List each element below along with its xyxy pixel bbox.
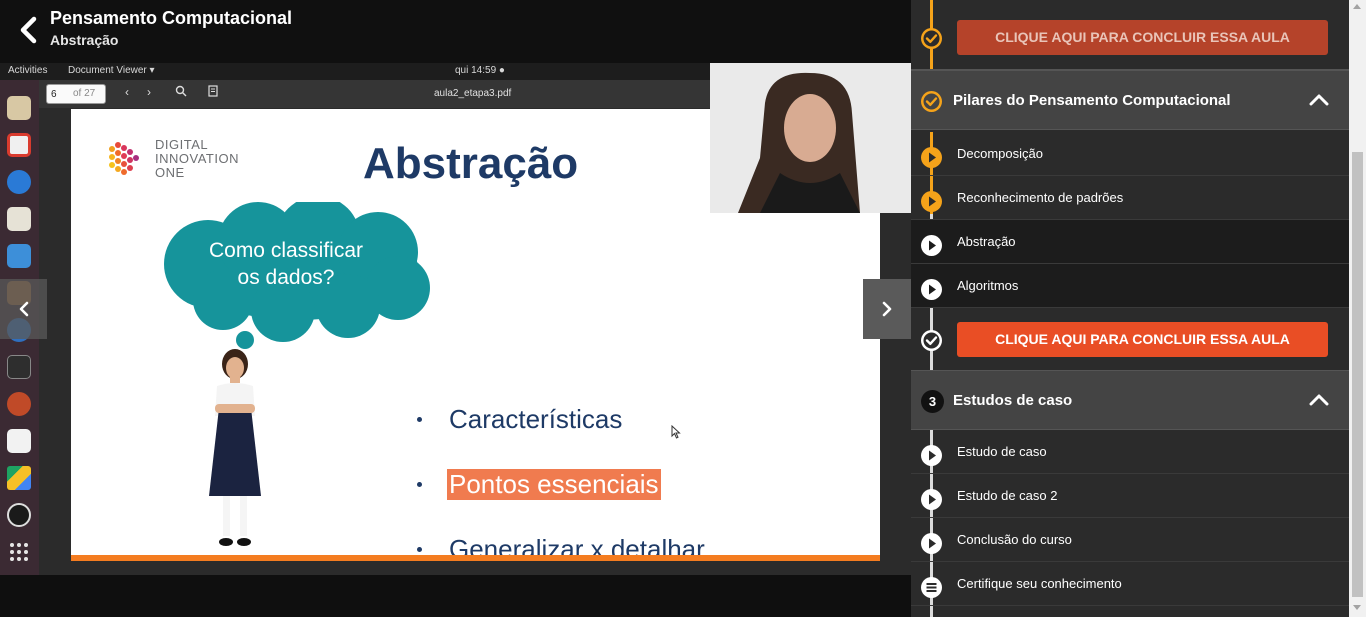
previous-lesson-button[interactable]: [0, 279, 47, 339]
mouse-cursor-icon: [671, 425, 681, 439]
completed-check-icon: [921, 28, 942, 49]
play-icon: [921, 235, 942, 256]
section-title: Pilares do Pensamento Computacional: [953, 92, 1231, 109]
section-number-badge: 3: [921, 390, 944, 413]
chevron-left-icon: [19, 301, 29, 317]
brand-line-2: INNOVATION: [155, 151, 239, 166]
scrollbar-thumb[interactable]: [1352, 152, 1363, 597]
terminal-icon: [7, 355, 31, 379]
player-bottom-area: [0, 575, 911, 617]
cloud-line-2: os dados?: [237, 266, 335, 289]
page-number-value: 6: [51, 89, 57, 100]
instructor-webcam: [710, 63, 911, 213]
lesson-item-estudo-de-caso[interactable]: Estudo de caso: [911, 430, 1349, 474]
cloud-line-1: Como classificar: [208, 239, 364, 262]
list-icon: [921, 577, 942, 598]
bullet-dot: [417, 417, 422, 422]
check-icon: [921, 330, 942, 351]
complete-lesson-row: CLIQUE AQUI PARA CONCLUIR ESSA AULA: [911, 0, 1349, 70]
scroll-down-icon[interactable]: [1353, 605, 1361, 610]
thunderbird-icon: [7, 170, 31, 194]
clock-label: qui 14:59 ●: [455, 65, 505, 76]
file-name-label: aula2_etapa3.pdf: [434, 88, 512, 99]
app-root: Pensamento Computacional Abstração Activ…: [0, 0, 1366, 617]
back-button[interactable]: [14, 14, 44, 46]
course-title: Pensamento Computacional: [50, 8, 293, 28]
play-icon: [921, 533, 942, 554]
lesson-player: Pensamento Computacional Abstração Activ…: [0, 0, 911, 617]
thinking-girl-illustration: [209, 349, 261, 546]
chevron-left-icon: [20, 16, 37, 44]
lesson-label: Algoritmos: [957, 278, 1019, 293]
app-grid-icon: [7, 540, 31, 564]
bullet-text: Características: [449, 404, 623, 434]
app-menu-label: Document Viewer ▾: [68, 65, 155, 76]
bullet-dot: [417, 482, 422, 487]
player-header: Pensamento Computacional Abstração: [0, 0, 911, 63]
lesson-item-conclusao[interactable]: Conclusão do curso: [911, 518, 1349, 562]
section-title: Estudos de caso: [953, 392, 1073, 409]
dio-brand-text: DIGITAL INNOVATION ONE: [155, 138, 275, 180]
slide-title: Abstração: [363, 139, 579, 188]
scroll-up-icon[interactable]: [1353, 4, 1361, 9]
instructor-silhouette: [710, 63, 911, 213]
course-sidebar: CLIQUE AQUI PARA CONCLUIR ESSA AULA Pila…: [911, 0, 1349, 617]
lesson-item-estudo-de-caso-2[interactable]: Estudo de caso 2: [911, 474, 1349, 518]
play-icon: [921, 445, 942, 466]
slide-footer-bar: [71, 555, 880, 561]
section-header-pilares[interactable]: Pilares do Pensamento Computacional: [911, 70, 1349, 130]
bullet-dot: [417, 547, 422, 552]
complete-lesson-row: CLIQUE AQUI PARA CONCLUIR ESSA AULA: [911, 308, 1349, 370]
complete-lesson-button[interactable]: CLIQUE AQUI PARA CONCLUIR ESSA AULA: [957, 20, 1328, 55]
search-icon[interactable]: [173, 85, 189, 101]
lesson-label: Certifique seu conhecimento: [957, 576, 1122, 591]
sidebar-toggle-icon[interactable]: [205, 85, 221, 101]
lesson-subtitle: Abstração: [50, 32, 119, 48]
media-icon: [7, 207, 31, 231]
complete-lesson-button[interactable]: CLIQUE AQUI PARA CONCLUIR ESSA AULA: [957, 322, 1328, 357]
lesson-label: Estudo de caso: [957, 444, 1047, 459]
chevron-up-icon: [1309, 94, 1329, 106]
files-icon: [7, 96, 31, 120]
thought-cloud-text: Como classificar os dados?: [181, 237, 391, 291]
activities-label: Activities: [8, 65, 48, 76]
lesson-item-reconhecimento[interactable]: Reconhecimento de padrões: [911, 176, 1349, 220]
section-header-estudos[interactable]: 3 Estudos de caso: [911, 370, 1349, 430]
text-editor-icon: [7, 429, 31, 453]
lesson-item-certifique[interactable]: Certifique seu conhecimento: [911, 562, 1349, 606]
play-icon: [921, 489, 942, 510]
document-icon: [7, 244, 31, 268]
lesson-item-decomposicao[interactable]: Decomposição: [911, 132, 1349, 176]
chevron-right-icon: [882, 301, 892, 317]
play-icon: [921, 147, 942, 168]
chevron-up-icon: [1309, 394, 1329, 406]
play-icon: [921, 279, 942, 300]
video-frame[interactable]: Activities Document Viewer ▾ qui 14:59 ●: [0, 63, 911, 575]
brand-line-3: ONE: [155, 165, 185, 180]
lesson-item-abstracao[interactable]: Abstração: [911, 220, 1349, 264]
page-count-label: of 27: [73, 88, 96, 99]
lesson-label: Conclusão do curso: [957, 532, 1072, 547]
play-icon: [921, 191, 942, 212]
previous-page-icon[interactable]: ‹: [119, 85, 135, 101]
lesson-label: Estudo de caso 2: [957, 488, 1058, 503]
lesson-label: Reconhecimento de padrões: [957, 190, 1124, 205]
next-page-icon[interactable]: ›: [141, 85, 157, 101]
lesson-label: Decomposição: [957, 146, 1043, 161]
sidebar-scrollbar[interactable]: [1349, 0, 1366, 617]
dio-logo-icon: [109, 142, 139, 175]
obs-icon: [7, 503, 31, 527]
bullet-text: Pontos essenciais: [447, 469, 661, 500]
writer-icon: [7, 133, 31, 157]
brand-line-1: DIGITAL: [155, 137, 209, 152]
settings-icon: [7, 392, 31, 416]
lesson-label: Abstração: [957, 234, 1016, 249]
section-complete-icon: [921, 91, 942, 112]
drive-icon: [7, 466, 31, 490]
lesson-item-algoritmos[interactable]: Algoritmos: [911, 264, 1349, 308]
next-lesson-button[interactable]: [863, 279, 911, 339]
